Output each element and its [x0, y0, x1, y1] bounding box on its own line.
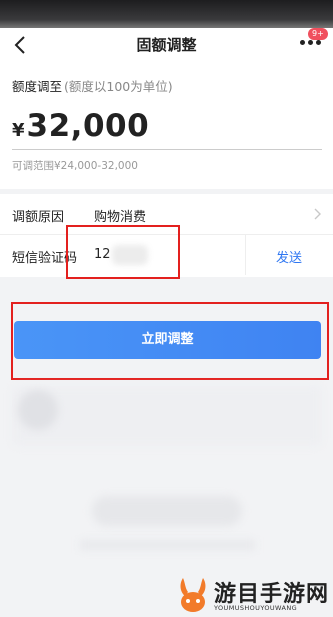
- currency-symbol: ¥: [12, 120, 25, 141]
- watermark-subtitle: YOUMUSHOUYOUWANG: [214, 604, 298, 612]
- notification-badge: 9+: [308, 28, 328, 40]
- highlight-box-sms: [66, 225, 180, 279]
- send-code-button[interactable]: 发送: [245, 247, 333, 266]
- amount-underline: [12, 149, 322, 150]
- highlight-box-confirm: [11, 302, 329, 380]
- watermark: 游目手游网 YOUMUSHOUYOUWANG: [174, 572, 333, 617]
- blurred-pill: [92, 496, 242, 526]
- chevron-right-icon[interactable]: [313, 208, 322, 220]
- blurred-card: [12, 386, 322, 446]
- reason-label: 调额原因: [12, 210, 65, 225]
- blurred-line: [80, 540, 255, 550]
- reason-value[interactable]: 购物消费: [94, 206, 146, 225]
- header-section: 固额调整 9+ 额度调至 (额度以100为单位) ¥ 32,000 可调范围¥24…: [0, 28, 333, 189]
- page-title: 固额调整: [136, 36, 197, 54]
- range-text: 可调范围¥24,000-32,000: [12, 160, 138, 172]
- adjust-hint: (额度以100为单位): [64, 79, 173, 94]
- amount-input[interactable]: ¥ 32,000: [12, 108, 149, 144]
- more-icon[interactable]: [300, 40, 321, 45]
- adjust-label: 额度调至: [12, 79, 63, 94]
- amount-value[interactable]: 32,000: [27, 108, 150, 144]
- status-bar: [0, 0, 333, 28]
- blurred-avatar: [18, 390, 58, 430]
- adjust-label-row: 额度调至 (额度以100为单位): [12, 76, 173, 95]
- rabbit-logo-icon: [180, 578, 206, 612]
